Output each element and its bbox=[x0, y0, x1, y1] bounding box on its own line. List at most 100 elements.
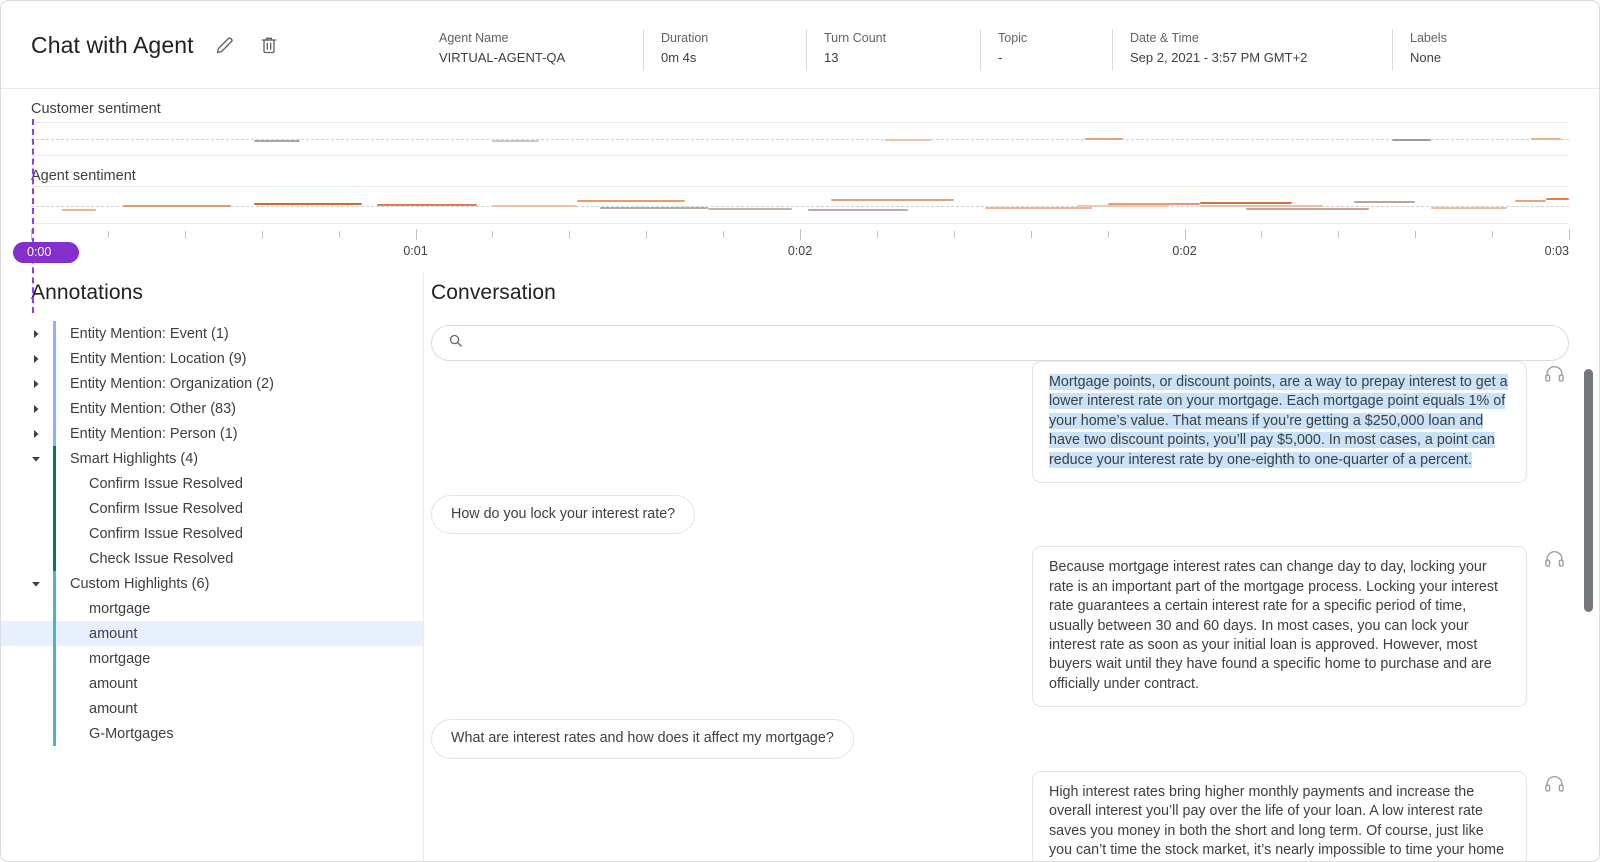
annotation-item-6-3[interactable]: amount bbox=[1, 671, 423, 696]
axis-tick-label: 0:01 bbox=[403, 244, 428, 258]
axis-tick-minor bbox=[1492, 231, 1494, 238]
scrollbar-thumb[interactable] bbox=[1584, 369, 1593, 612]
annotation-item-5-0[interactable]: Confirm Issue Resolved bbox=[1, 471, 423, 496]
trash-icon[interactable] bbox=[256, 32, 282, 58]
axis-tick-minor bbox=[1261, 231, 1263, 238]
axis-tick-label: 0:02 bbox=[787, 244, 813, 258]
annotation-group-color-bar bbox=[53, 496, 56, 521]
meta-value: 13 bbox=[824, 50, 839, 65]
meta-date-time: Date & Time Sep 2, 2021 - 3:57 PM GMT+2 bbox=[1112, 29, 1392, 77]
search-input[interactable] bbox=[475, 335, 1552, 351]
page-header: Chat with Agent Agent Name VIRTUAL-AGENT… bbox=[1, 1, 1599, 89]
chevron-down-icon[interactable] bbox=[31, 446, 53, 471]
chevron-right-icon[interactable] bbox=[31, 421, 53, 446]
headset-icon[interactable] bbox=[1544, 365, 1565, 388]
headset-icon[interactable] bbox=[1544, 775, 1565, 798]
axis-tick-minor bbox=[261, 231, 263, 238]
annotation-item-5-3[interactable]: Check Issue Resolved bbox=[1, 546, 423, 571]
annotation-item-label: amount bbox=[89, 625, 138, 642]
annotation-group-5[interactable]: Smart Highlights (4) bbox=[1, 446, 423, 471]
timeline-axis[interactable]: 0:000:010:020:020:03 bbox=[29, 229, 1570, 271]
sentiment-segment bbox=[1246, 208, 1370, 211]
highlighted-text: Mortgage points, or discount points, are… bbox=[1049, 374, 1508, 468]
annotation-group-1[interactable]: Entity Mention: Location (9) bbox=[1, 346, 423, 371]
sentiment-segment bbox=[61, 209, 96, 211]
chevron-down-icon[interactable] bbox=[31, 571, 53, 596]
chevron-right-icon[interactable] bbox=[31, 371, 53, 396]
annotation-group-color-bar bbox=[53, 521, 56, 546]
sentiment-segment bbox=[377, 203, 478, 206]
sentiment-segment bbox=[707, 208, 793, 211]
axis-tick-minor bbox=[646, 231, 648, 238]
chevron-right-icon[interactable] bbox=[31, 321, 53, 346]
agent-message-bubble[interactable]: Mortgage points, or discount points, are… bbox=[1032, 361, 1527, 484]
annotation-item-label: mortgage bbox=[89, 600, 151, 617]
meta-value: 0m 4s bbox=[661, 50, 697, 65]
sentiment-segment bbox=[1199, 201, 1293, 204]
axis-tick-major bbox=[1569, 229, 1570, 240]
annotation-group-label: Custom Highlights (6) bbox=[70, 575, 210, 592]
message-row-customer: How do you lock your interest rate? bbox=[424, 495, 1569, 535]
annotation-group-6[interactable]: Custom Highlights (6) bbox=[1, 571, 423, 596]
annotation-item-label: Check Issue Resolved bbox=[89, 550, 234, 567]
annotation-group-color-bar bbox=[53, 621, 56, 646]
page-title: Chat with Agent bbox=[31, 31, 194, 58]
customer-sentiment-track[interactable] bbox=[31, 122, 1569, 156]
sentiment-segment bbox=[492, 139, 539, 142]
annotation-item-6-5[interactable]: G-Mortgages bbox=[1, 721, 423, 746]
sentiment-timeline[interactable]: Customer sentiment Agent sentiment 0:00 0… bbox=[1, 89, 1599, 313]
customer-sentiment-label: Customer sentiment bbox=[31, 101, 161, 117]
annotation-item-5-1[interactable]: Confirm Issue Resolved bbox=[1, 496, 423, 521]
tree-indent-spacer bbox=[31, 721, 53, 746]
chevron-right-icon[interactable] bbox=[31, 346, 53, 371]
sentiment-segment bbox=[1530, 138, 1562, 141]
annotation-group-color-bar bbox=[53, 696, 56, 721]
tree-indent-spacer bbox=[31, 596, 53, 621]
annotation-item-6-1[interactable]: amount bbox=[1, 621, 423, 646]
agent-sentiment-track[interactable] bbox=[31, 186, 1569, 224]
message-row-agent: High interest rates bring higher monthly… bbox=[424, 770, 1569, 861]
sentiment-segment bbox=[576, 200, 685, 202]
chevron-right-icon[interactable] bbox=[31, 396, 53, 421]
customer-message-bubble[interactable]: What are interest rates and how does it … bbox=[431, 719, 854, 759]
agent-message-bubble[interactable]: High interest rates bring higher monthly… bbox=[1032, 770, 1527, 861]
annotation-item-6-2[interactable]: mortgage bbox=[1, 646, 423, 671]
annotation-group-color-bar bbox=[53, 346, 56, 371]
axis-tick-major bbox=[800, 229, 801, 240]
sentiment-segment bbox=[1545, 198, 1569, 201]
annotation-item-6-4[interactable]: amount bbox=[1, 696, 423, 721]
axis-tick-major bbox=[1184, 229, 1186, 240]
meta-label: Agent Name bbox=[439, 31, 509, 45]
annotation-group-4[interactable]: Entity Mention: Person (1) bbox=[1, 421, 423, 446]
sentiment-segment bbox=[123, 204, 231, 207]
annotation-group-3[interactable]: Entity Mention: Other (83) bbox=[1, 396, 423, 421]
meta-label: Date & Time bbox=[1130, 31, 1199, 45]
pencil-icon[interactable] bbox=[212, 32, 238, 58]
customer-message-bubble[interactable]: How do you lock your interest rate? bbox=[431, 495, 696, 535]
headset-icon[interactable] bbox=[1544, 550, 1565, 573]
agent-message-bubble[interactable]: Because mortgage interest rates can chan… bbox=[1032, 546, 1527, 708]
axis-tick-minor bbox=[107, 231, 109, 238]
meta-label: Labels bbox=[1410, 31, 1447, 45]
timeline-playhead[interactable] bbox=[32, 119, 34, 313]
annotation-item-6-0[interactable]: mortgage bbox=[1, 596, 423, 621]
tree-indent-spacer bbox=[31, 496, 53, 521]
conversation-search[interactable] bbox=[431, 325, 1569, 361]
annotation-tree[interactable]: Entity Mention: Event (1) Entity Mention:… bbox=[1, 321, 423, 746]
annotation-group-0[interactable]: Entity Mention: Event (1) bbox=[1, 321, 423, 346]
annotation-group-label: Entity Mention: Other (83) bbox=[70, 400, 237, 417]
message-list[interactable]: Mortgage points, or discount points, are… bbox=[424, 361, 1599, 861]
axis-tick-label: 0:02 bbox=[1172, 244, 1197, 258]
annotation-group-label: Smart Highlights (4) bbox=[70, 450, 199, 467]
message-row-agent: Because mortgage interest rates can chan… bbox=[424, 546, 1569, 708]
conversation-scrollbar[interactable] bbox=[1584, 369, 1593, 861]
conversation-title: Conversation bbox=[431, 281, 556, 304]
annotation-group-2[interactable]: Entity Mention: Organization (2) bbox=[1, 371, 423, 396]
message-row-customer: What are interest rates and how does it … bbox=[424, 719, 1569, 759]
playhead-time-badge[interactable]: 0:00 bbox=[13, 242, 79, 263]
annotation-item-label: G-Mortgages bbox=[89, 725, 174, 742]
annotation-item-5-2[interactable]: Confirm Issue Resolved bbox=[1, 521, 423, 546]
annotation-group-color-bar bbox=[53, 321, 56, 346]
axis-tick-minor bbox=[1107, 231, 1109, 238]
sentiment-segment bbox=[830, 198, 954, 201]
